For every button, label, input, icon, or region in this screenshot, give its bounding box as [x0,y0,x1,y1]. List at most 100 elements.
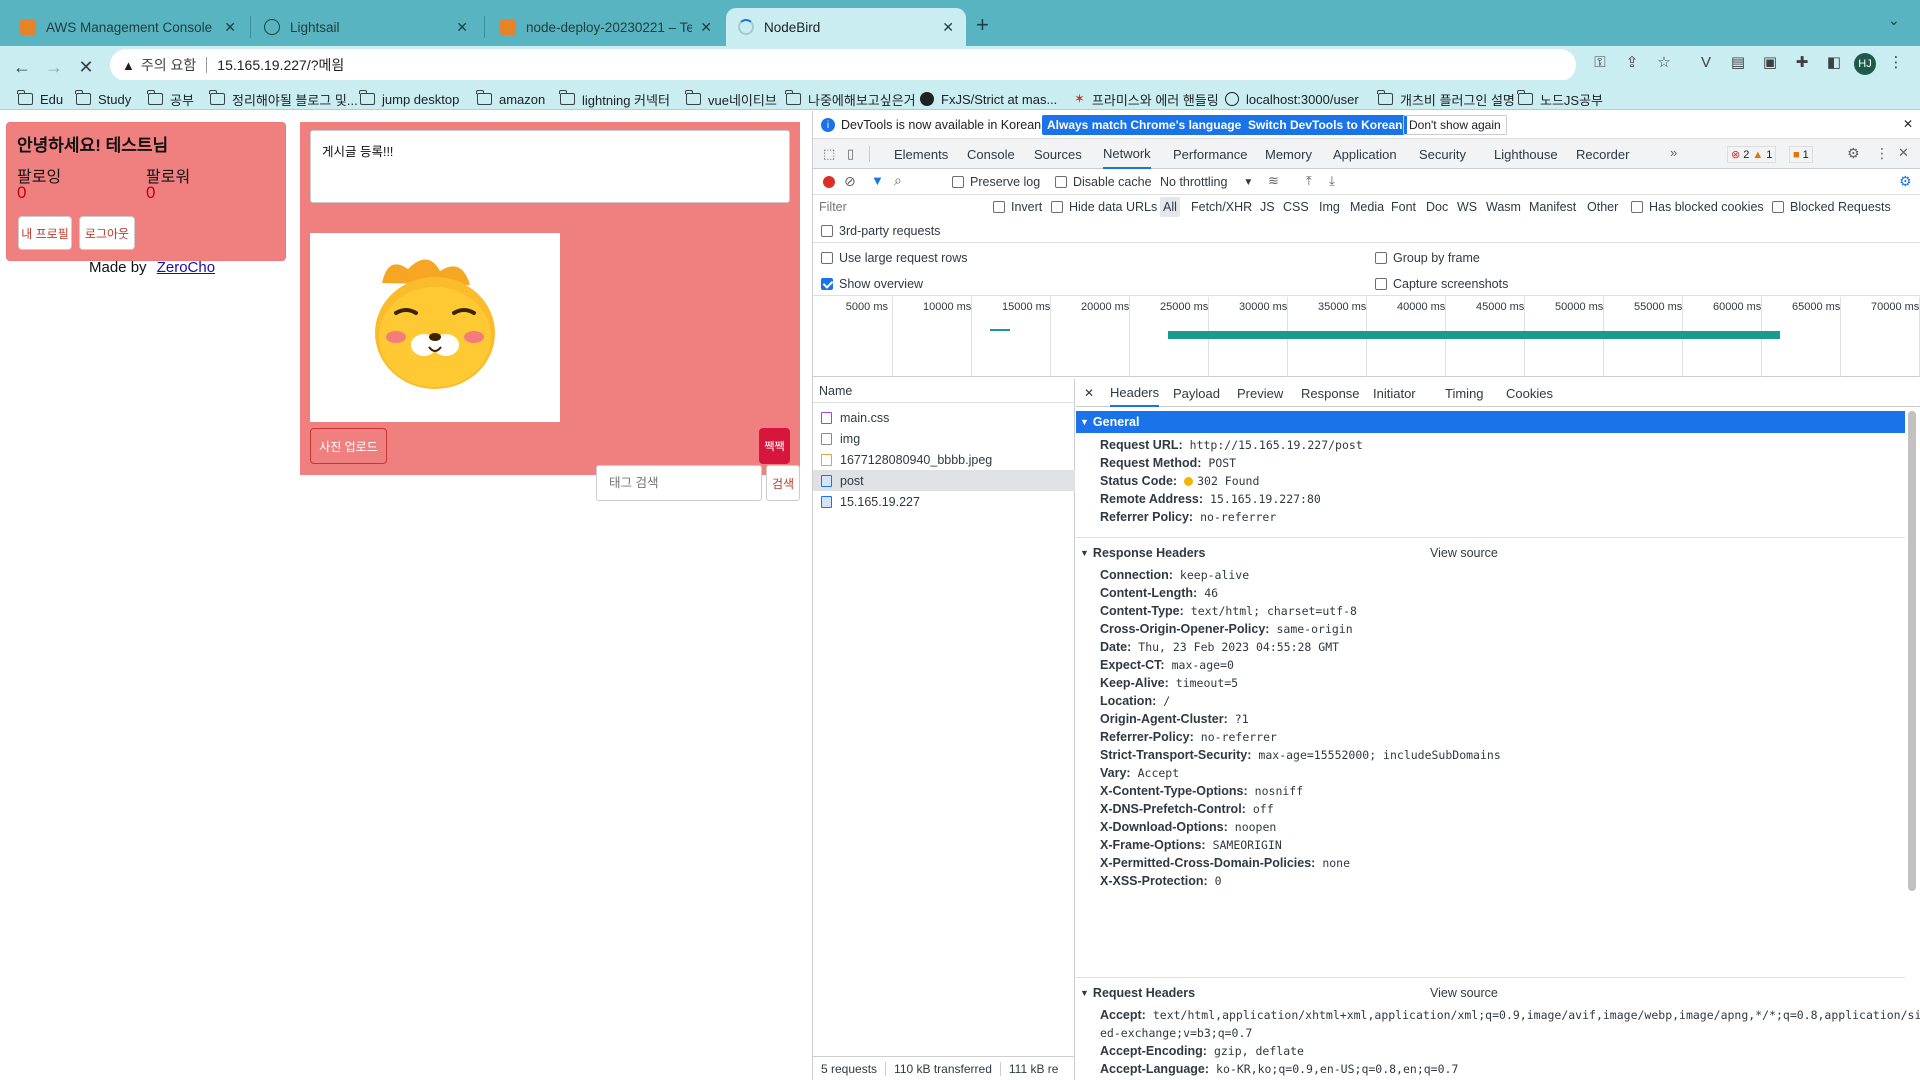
tab-elements[interactable]: Elements [894,139,948,169]
search-icon[interactable]: ⌕ [894,172,902,189]
tab-network[interactable]: Network [1103,139,1151,169]
tab-security[interactable]: Security [1419,139,1466,169]
record-icon[interactable] [823,176,835,188]
tab-payload[interactable]: Payload [1173,379,1220,407]
type-filter-font[interactable]: Font [1391,197,1416,217]
kebab-menu-icon[interactable]: ⋮ [1875,145,1889,162]
preserve-log-checkbox[interactable]: Preserve log [952,172,1040,192]
scrollbar[interactable] [1908,411,1916,891]
invert-checkbox[interactable]: Invert [993,197,1042,217]
bookmark-folder[interactable]: Study [75,88,131,110]
bookmark-folder[interactable]: 개츠비 플러그인 설명 [1377,88,1515,110]
tab-timing[interactable]: Timing [1445,379,1484,407]
back-icon[interactable]: ← [10,55,34,79]
bookmark-folder[interactable]: 나중에해보고싶은거 [785,88,916,110]
type-filter-wasm[interactable]: Wasm [1486,197,1521,217]
type-filter-fetch[interactable]: Fetch/XHR [1191,197,1252,217]
switch-korean-button[interactable]: Switch DevTools to Korean [1243,115,1408,135]
stop-icon[interactable]: ✕ [74,55,98,79]
type-filter-img[interactable]: Img [1319,197,1340,217]
type-filter-doc[interactable]: Doc [1426,197,1448,217]
clear-icon[interactable]: ⊘ [844,173,856,190]
tab-nodebird[interactable]: NodeBird ✕ [726,8,966,46]
request-row[interactable]: img [813,428,1075,449]
issues-counter[interactable]: ⊗ 2 ▲ 1 [1727,146,1777,163]
throttling-select[interactable]: No throttling ▼ [1160,172,1253,192]
bookmark-folder[interactable]: amazon [476,88,545,110]
tab-node-deploy[interactable]: node-deploy-20230221 – Term ✕ [488,8,724,46]
bookmark-folder[interactable]: lightning 커넥터 [559,88,670,110]
address-bar[interactable]: ▲ 주의 요함 15.165.19.227/?메읨 [110,49,1576,81]
bookmark-folder[interactable]: 공부 [147,88,194,110]
tag-search-button[interactable]: 검색 [766,465,800,501]
view-source-link[interactable]: View source [1430,546,1498,560]
submit-post-button[interactable]: 짹짹 [759,428,790,464]
forward-icon[interactable]: → [42,55,66,79]
type-filter-manifest[interactable]: Manifest [1529,197,1576,217]
group-by-frame-checkbox[interactable]: Group by frame [1375,248,1480,268]
tab-lightsail[interactable]: Lightsail ✕ [252,8,480,46]
large-rows-checkbox[interactable]: Use large request rows [821,248,968,268]
extension-v-icon[interactable]: V [1696,52,1716,72]
bookmark-folder[interactable]: jump desktop [359,88,459,110]
post-textarea[interactable]: 게시글 등록!!! [310,130,790,203]
new-tab-icon[interactable]: + [976,12,989,38]
request-headers-header[interactable]: ▼ Request Headers [1080,982,1195,1004]
tab-memory[interactable]: Memory [1265,139,1312,169]
third-party-checkbox[interactable]: 3rd-party requests [821,221,940,241]
blocked-requests-checkbox[interactable]: Blocked Requests [1772,197,1891,217]
filter-icon[interactable]: ▼ [871,173,884,188]
show-overview-checkbox[interactable]: Show overview [821,274,923,294]
tab-preview[interactable]: Preview [1237,379,1283,407]
network-settings-icon[interactable]: ⚙ [1899,173,1912,190]
tab-sources[interactable]: Sources [1034,139,1082,169]
bookmark-folder[interactable]: 정리해야될 블로그 및... [209,88,358,110]
match-language-button[interactable]: Always match Chrome's language [1042,115,1247,135]
import-icon[interactable]: ⤒ [1306,173,1312,189]
bookmark-folder[interactable]: vue네이티브 [685,88,777,110]
upload-photo-button[interactable]: 사진 업로드 [310,428,387,464]
general-section-header[interactable]: ▼ General [1076,411,1905,433]
tab-application[interactable]: Application [1333,139,1397,169]
gear-icon[interactable]: ⚙ [1847,145,1860,162]
info-counter[interactable]: ■ 1 [1789,146,1813,163]
type-filter-js[interactable]: JS [1260,197,1275,217]
my-profile-button[interactable]: 내 프로필 [18,216,72,250]
device-toolbar-icon[interactable]: ▯ [847,146,854,162]
extension-icon[interactable]: ▤ [1728,52,1748,72]
overview-timeline[interactable]: 5000 ms 10000 ms 15000 ms 20000 ms 25000 ms 3… [813,297,1920,377]
bookmark-folder[interactable]: Edu [17,88,63,110]
tab-aws-console[interactable]: AWS Management Console ✕ [8,8,248,46]
hide-data-urls-checkbox[interactable]: Hide data URLs [1051,197,1157,217]
response-headers-header[interactable]: ▼ Response Headers [1080,542,1205,564]
has-blocked-cookies-checkbox[interactable]: Has blocked cookies [1631,197,1764,217]
request-row[interactable]: 15.165.19.227 [813,491,1075,512]
name-column-header[interactable]: Name [813,379,1075,403]
share-icon[interactable]: ⇪ [1622,52,1642,72]
star-icon[interactable]: ☆ [1654,52,1674,72]
filter-input[interactable] [817,197,977,217]
author-link[interactable]: ZeroCho [157,259,215,276]
type-filter-css[interactable]: CSS [1283,197,1309,217]
more-tabs-icon[interactable]: » [1670,145,1677,160]
request-row[interactable]: 1677128080940_bbbb.jpeg [813,449,1075,470]
tab-cookies[interactable]: Cookies [1506,379,1553,407]
request-row[interactable]: main.css [813,407,1075,428]
bookmark-link[interactable]: localhost:3000/user [1225,88,1359,110]
type-filter-all[interactable]: All [1160,197,1180,217]
key-icon[interactable]: ⚿ [1590,52,1610,72]
chevron-down-icon[interactable]: ⌄ [1888,12,1900,29]
puzzle-icon[interactable]: ✚ [1792,52,1812,72]
sidepanel-icon[interactable]: ◧ [1824,52,1844,72]
tab-initiator[interactable]: Initiator [1373,379,1416,407]
close-icon[interactable]: ✕ [700,19,712,36]
dont-show-again-button[interactable]: Don't show again [1403,115,1507,135]
request-row-selected[interactable]: post [813,470,1075,491]
avatar[interactable]: HJ [1854,53,1876,75]
bookmark-folder[interactable]: 노드JS공부 [1517,88,1603,110]
tab-recorder[interactable]: Recorder [1576,139,1629,169]
tab-performance[interactable]: Performance [1173,139,1247,169]
close-icon[interactable]: ✕ [942,19,954,36]
tab-headers[interactable]: Headers [1110,379,1160,407]
bookmark-link[interactable]: ✶ 프라미스와 에러 핸들링 [1074,88,1219,110]
